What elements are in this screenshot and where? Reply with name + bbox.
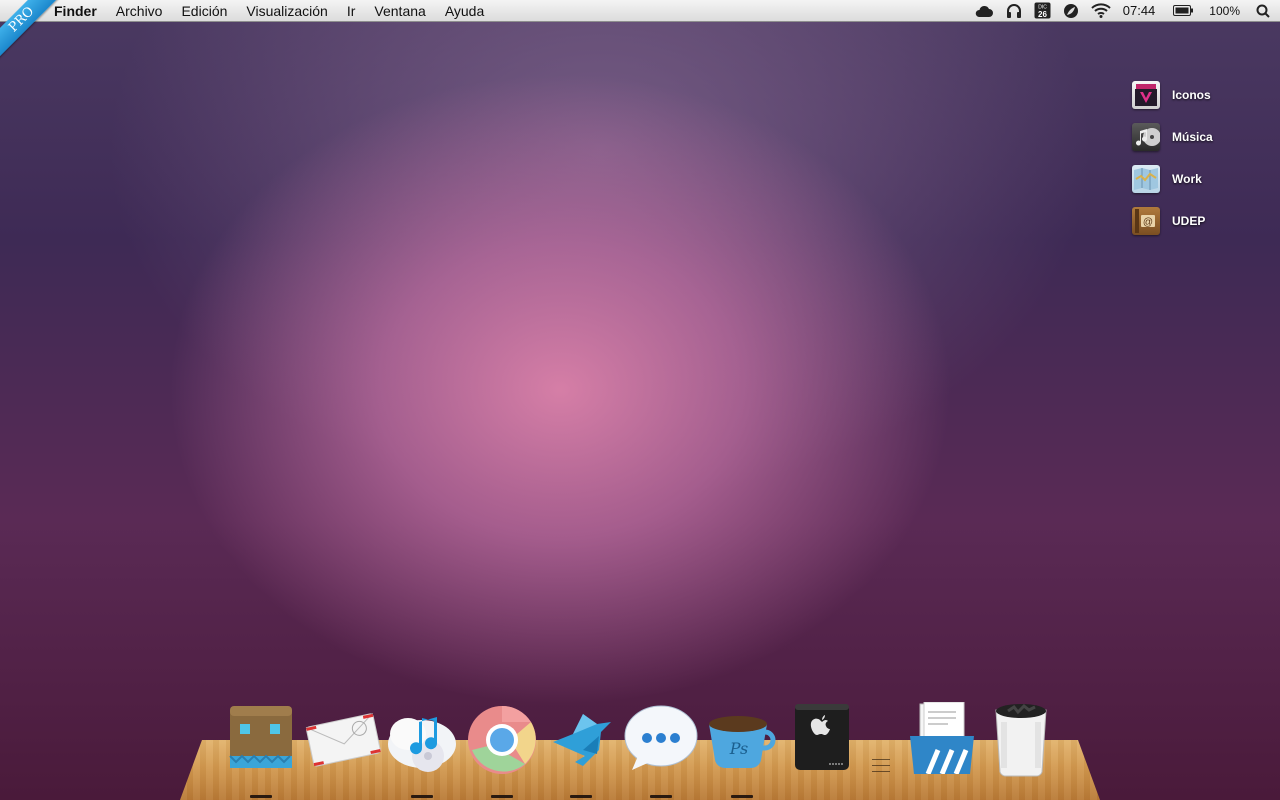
trash-can-icon	[995, 703, 1047, 777]
cloud-icon[interactable]	[974, 4, 994, 18]
dock-twitter[interactable]	[545, 702, 615, 774]
svg-text:@: @	[1143, 217, 1153, 228]
running-indicator-twitter	[570, 795, 592, 798]
iconos-folder-icon	[1132, 81, 1160, 109]
wifi-icon[interactable]	[1091, 3, 1111, 18]
dock-chrome[interactable]	[466, 702, 536, 774]
origami-bird-icon	[553, 714, 611, 766]
menu-finder[interactable]: Finder	[54, 0, 97, 22]
desktop-item-udep[interactable]: @ UDEP	[1132, 200, 1272, 242]
battery-icon[interactable]	[1173, 5, 1194, 16]
running-indicator-messages	[650, 795, 672, 798]
menu-bar: PRO Finder Archivo Edición Visualización…	[0, 0, 1280, 62]
running-indicator-finder	[250, 795, 272, 798]
menu-archivo[interactable]: Archivo	[116, 0, 163, 22]
clock-time[interactable]: 07:44	[1123, 3, 1156, 18]
desktop-icons: Iconos Música Work @ UDEP	[1132, 74, 1272, 242]
maps-folder-icon	[1132, 165, 1160, 193]
headphones-icon[interactable]	[1006, 3, 1022, 19]
dock-photoshop[interactable]: Ps	[705, 702, 776, 774]
spotlight-icon[interactable]	[1256, 4, 1270, 18]
desktop-item-work[interactable]: Work	[1132, 158, 1272, 200]
running-indicator-chrome	[491, 795, 513, 798]
desktop-label-udep: UDEP	[1172, 214, 1206, 228]
chrome-icon	[468, 705, 536, 774]
leaf-icon[interactable]	[1063, 3, 1079, 19]
desktop-item-iconos[interactable]: Iconos	[1132, 74, 1272, 116]
menu-ir[interactable]: Ir	[347, 0, 356, 22]
desktop-label-iconos: Iconos	[1172, 88, 1211, 102]
running-indicator-itunes	[411, 795, 433, 798]
coffee-cup-ps-icon: Ps	[709, 716, 776, 769]
calendar-day: 26	[1038, 10, 1047, 19]
dock-mail[interactable]	[305, 702, 381, 774]
menu-visualizacion[interactable]: Visualización	[246, 0, 327, 22]
dock-itunes[interactable]	[386, 702, 456, 774]
calendar-icon[interactable]: DIC 26	[1034, 2, 1051, 19]
svg-text:Ps: Ps	[729, 739, 749, 758]
desktop-item-musica[interactable]: Música	[1132, 116, 1272, 158]
battery-percentage: 100%	[1209, 3, 1240, 18]
itunes-icon	[388, 717, 456, 772]
chat-bubble-icon	[624, 705, 698, 770]
status-area: DIC 26 07:44 100%	[962, 0, 1280, 22]
paper-bag-finder-icon	[229, 706, 292, 768]
dock-drive[interactable]	[789, 702, 859, 774]
documents-tray-icon	[910, 701, 974, 775]
dock-messages[interactable]	[624, 702, 698, 774]
menu-left: Finder Archivo Edición Visualización Ir …	[0, 0, 503, 22]
dock-separator	[872, 754, 890, 774]
apple-hard-drive-icon	[795, 704, 849, 770]
menu-ayuda[interactable]: Ayuda	[445, 0, 484, 22]
menu-ventana[interactable]: Ventana	[374, 0, 425, 22]
desktop-label-work: Work	[1172, 172, 1202, 186]
desktop-label-musica: Música	[1172, 130, 1213, 144]
running-indicator-photoshop	[731, 795, 753, 798]
dock-documents[interactable]	[906, 701, 976, 775]
address-book-icon: @	[1132, 207, 1160, 235]
mail-envelope-icon	[305, 712, 381, 767]
menu-edicion[interactable]: Edición	[181, 0, 227, 22]
music-folder-icon	[1132, 123, 1161, 151]
dock-finder[interactable]	[226, 702, 296, 774]
dock-trash[interactable]	[988, 702, 1058, 777]
